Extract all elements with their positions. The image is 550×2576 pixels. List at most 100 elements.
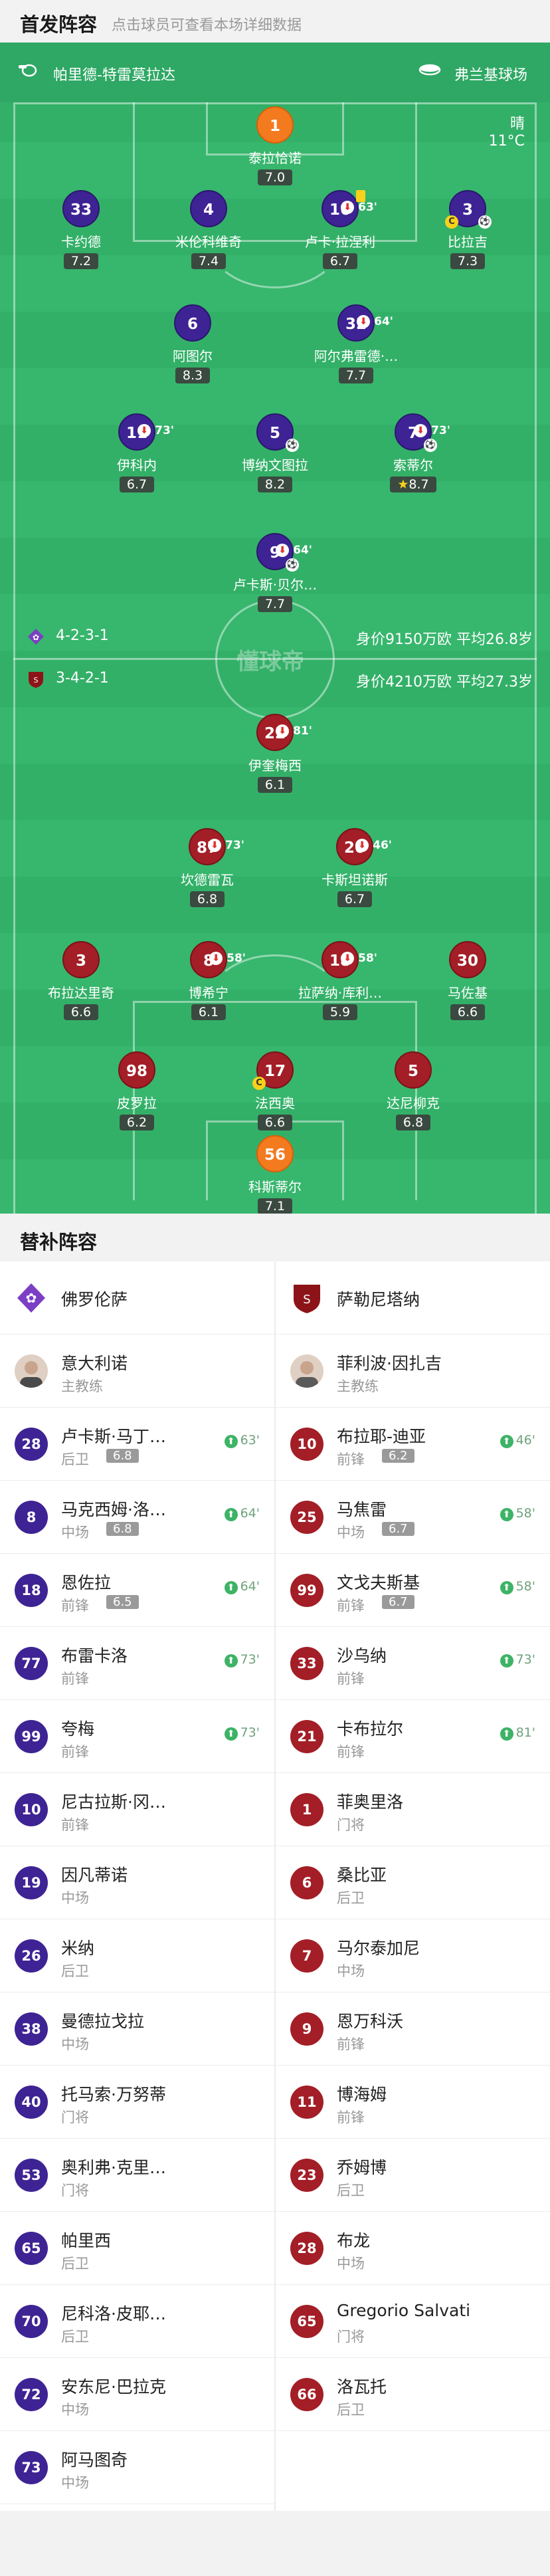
home-player[interactable]: 5 ⚽ 博纳文图拉 8.2 [219,413,331,492]
sub-off-time: ⬇ 73' [414,412,450,449]
away-player[interactable]: 98 皮罗拉 6.2 [80,1051,193,1130]
away-player[interactable]: 87 ⬇ 73' 坎德雷瓦 6.8 [151,828,264,907]
away-player[interactable]: 56 科斯蒂尔 7.1 [219,1135,331,1214]
away-team-name: 萨勒尼塔纳 [337,1290,420,1309]
sub-number: 70 [15,2305,48,2338]
away-sub-row[interactable]: 23 乔姆博 后卫 [276,2139,550,2212]
home-sub-row[interactable]: 73 阿马图奇 中场 [0,2431,274,2504]
sub-name: 卡布拉尔 [337,1719,404,1739]
player-number: 17 C [252,1051,294,1090]
away-player[interactable]: 20 ⬇ 46' 卡斯坦诺斯 6.7 [298,828,411,907]
home-player[interactable]: 16 ⬇ 63' 卢卡·拉涅利 6.7 [284,190,397,269]
sub-on-time: ⬆ 73' [224,1725,260,1741]
away-sub-row[interactable]: 7 马尔泰加尼 中场 [276,1919,550,1992]
home-sub-row[interactable]: 72 安东尼·巴拉克 中场 [0,2358,274,2431]
player-name: 索蒂尔 [393,457,433,473]
sub-number: 28 [290,2232,323,2265]
home-sub-row[interactable]: 70 尼科洛·皮耶… 后卫 [0,2285,274,2358]
stadium-icon [418,62,441,77]
home-player[interactable]: 32 ⬇ 64' 阿尔弗雷德·… 7.7 [300,304,412,383]
sub-number: 21 [290,1720,323,1753]
away-player[interactable]: 3 布拉达里奇 6.6 [25,941,138,1020]
home-sub-row[interactable]: 77 布雷卡洛 前锋 ⬆ 73' [0,1627,274,1700]
home-sub-row[interactable]: 53 奥利弗·克里… 门将 [0,2139,274,2212]
home-player[interactable]: 33 卡约德 7.2 [25,190,138,269]
away-player[interactable]: 22 ⬇ 81' 伊奎梅西 6.1 [219,714,331,793]
home-sub-row[interactable]: 38 曼德拉戈拉 中场 [0,1992,274,2066]
away-sub-row[interactable]: 99 文戈夫斯基 前锋 6.7 ⬆ 58' [276,1554,550,1627]
sub-position: 前锋 [61,1671,89,1687]
away-player[interactable]: 5 达尼柳克 6.8 [357,1051,470,1130]
player-rating: 6.7 [119,477,155,492]
home-sub-row[interactable]: 19 因凡蒂诺 中场 [0,1846,274,1919]
sub-on-icon: ⬆ [224,1654,238,1667]
away-sub-row[interactable]: 10 布拉耶-迪亚 前锋 6.2 ⬆ 46' [276,1408,550,1481]
home-sub-row[interactable]: 18 恩佐拉 前锋 6.5 ⬆ 64' [0,1554,274,1627]
away-market-value: 身价4210万欧 [356,674,452,691]
away-player[interactable]: 30 马佐基 6.6 [411,941,524,1020]
away-sub-row[interactable]: 66 洛瓦托 后卫 [276,2358,550,2431]
sub-position: 前锋 [337,1451,365,1467]
sub-number: 65 [15,2232,48,2265]
star-icon: ★ [397,477,409,492]
sub-position: 后卫 [337,2402,365,2418]
away-sub-row[interactable]: 21 卡布拉尔 前锋 ⬆ 81' [276,1700,550,1773]
away-sub-row[interactable]: 28 布龙 中场 [276,2212,550,2285]
away-sub-row[interactable]: 9 恩万科沃 前锋 [276,1992,550,2066]
home-sub-row[interactable]: 40 托马索·万努蒂 门将 [0,2066,274,2139]
sub-position: 中场 [61,2036,89,2052]
player-rating: 6.1 [257,777,293,793]
sub-number: 26 [15,1939,48,1973]
sub-off-time: ⬇ 81' [276,712,312,750]
home-player[interactable]: 3 C ⚽ 比拉吉 7.3 [411,190,524,269]
home-sub-row[interactable]: 8 马克西姆·洛… 中场 6.8 ⬆ 64' [0,1481,274,1554]
home-player[interactable]: 9 ⚽ ⬇ 64' 卢卡斯·贝尔… 7.7 [219,533,331,612]
sub-number: 8 [15,1501,48,1534]
player-rating: 7.4 [191,253,227,269]
sub-off-icon: ⬇ [276,544,290,557]
player-name: 科斯蒂尔 [248,1179,302,1195]
sub-position: 门将 [337,2329,365,2345]
home-team-row[interactable]: ✿ 佛罗伦萨 [0,1261,274,1335]
sub-position: 中场 [61,2402,89,2418]
away-player[interactable]: 8 ⬇ 58' 博希宁 6.1 [152,941,265,1020]
sub-off-time: ⬇ 58' [209,940,246,977]
fiorentina-logo-icon: ✿ [27,627,45,646]
away-value: 身价4210万欧 平均27.3岁 [356,670,533,691]
away-avg-age: 平均27.3岁 [456,674,533,691]
player-number: 18 ⬇ 58' [321,941,377,978]
home-player[interactable]: 1 泰拉恰诺 7.0 [219,106,331,185]
sub-on-time: ⬆ 58' [500,1579,535,1594]
salernitana-logo-icon: S [27,670,45,689]
home-sub-row[interactable]: 28 卢卡斯·马丁… 后卫 6.8 ⬆ 63' [0,1408,274,1481]
home-player[interactable]: 11 ⬇ 73' 伊科内 6.7 [80,413,193,492]
away-sub-row[interactable]: 11 博海姆 前锋 [276,2066,550,2139]
player-rating: 6.6 [450,1004,486,1020]
player-rating: 5.9 [322,1004,358,1020]
away-sub-row[interactable]: 1 菲奥里洛 门将 [276,1773,550,1846]
away-team-row[interactable]: S 萨勒尼塔纳 [276,1261,550,1335]
home-sub-row[interactable]: 10 尼古拉斯·冈… 前锋 [0,1773,274,1846]
away-coach-row[interactable]: 菲利波·因扎吉 主教练 [276,1335,550,1408]
home-sub-row[interactable]: 99 夸梅 前锋 ⬆ 73' [0,1700,274,1773]
home-player[interactable]: 6 阿图尔 8.3 [136,304,249,383]
sub-on-time: ⬆ 63' [224,1433,260,1448]
away-sub-row[interactable]: 33 沙乌纳 前锋 ⬆ 73' [276,1627,550,1700]
home-coach-row[interactable]: 意大利诺 主教练 [0,1335,274,1408]
captain-icon: C [252,1077,266,1090]
away-sub-row[interactable]: 25 马焦雷 中场 6.7 ⬆ 58' [276,1481,550,1554]
away-player[interactable]: 17 C 法西奥 6.6 [219,1051,331,1130]
home-player[interactable]: 7 ⚽ ⬇ 73' 索蒂尔 ★8.7 [357,413,470,492]
home-sub-row[interactable]: 26 米纳 后卫 [0,1919,274,1992]
home-sub-row[interactable]: 65 帕里西 后卫 [0,2212,274,2285]
sub-name: 安东尼·巴拉克 [61,2377,166,2397]
home-player[interactable]: 4 米伦科维奇 7.4 [152,190,265,269]
away-player[interactable]: 18 ⬇ 58' 拉萨纳·库利… 5.9 [284,941,397,1020]
away-sub-row[interactable]: 65 Gregorio Salvati 门将 [276,2285,550,2358]
sub-on-icon: ⬆ [500,1508,513,1521]
sub-off-icon: ⬇ [341,952,355,965]
sub-name: 博海姆 [337,2085,387,2104]
away-sub-row[interactable]: 6 桑比亚 后卫 [276,1846,550,1919]
sub-position: 后卫 [61,1963,89,1979]
sub-name: 卢卡斯·马丁… [61,1427,166,1446]
